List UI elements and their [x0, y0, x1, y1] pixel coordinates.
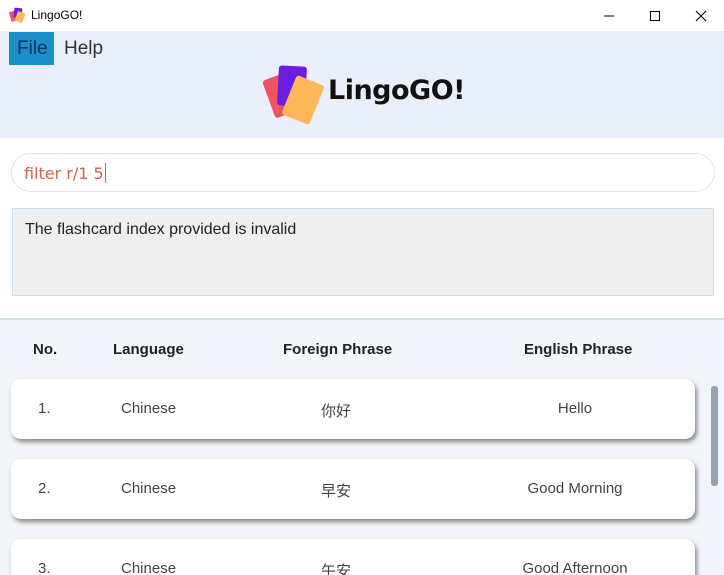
command-input[interactable]: filter r/1 5 — [11, 153, 715, 192]
close-icon — [695, 10, 707, 21]
window-title: LingoGO! — [31, 8, 83, 22]
logo-text: LingoGO! — [328, 75, 466, 106]
flashcard-language: Chinese — [121, 400, 177, 417]
close-button[interactable] — [678, 0, 724, 31]
text-caret — [104, 163, 106, 183]
minimize-button[interactable] — [586, 0, 632, 31]
flashcard-number: 2. — [38, 480, 51, 497]
column-header-foreign: Foreign Phrase — [283, 341, 393, 358]
flashcard-list: No. Language Foreign Phrase English Phra… — [0, 320, 724, 575]
column-header-english: English Phrase — [524, 341, 633, 358]
flashcard-foreign-phrase: 午安 — [321, 563, 352, 575]
flashcard-english-phrase: Hello — [557, 400, 593, 417]
logo-cards-icon — [262, 65, 324, 125]
lingogo-logo: LingoGO! — [262, 65, 472, 129]
result-message: The flashcard index provided is invalid — [25, 221, 297, 238]
column-header-no: No. — [33, 341, 58, 358]
minimize-icon — [604, 15, 614, 16]
menu-file[interactable]: File — [9, 32, 54, 65]
maximize-icon — [650, 10, 660, 21]
list-scrollbar[interactable] — [711, 386, 718, 486]
result-display: The flashcard index provided is invalid — [12, 208, 714, 296]
flashcard-number: 3. — [38, 560, 51, 575]
flashcard-row[interactable]: 2. Chinese 早安 Good Morning — [11, 459, 695, 519]
flashcard-language: Chinese — [121, 560, 177, 575]
menu-help[interactable]: Help — [56, 32, 111, 65]
lingogo-app-icon — [9, 7, 26, 23]
flashcard-row[interactable]: 1. Chinese 你好 Hello — [11, 379, 695, 439]
column-header-language: Language — [113, 341, 184, 358]
flashcard-row[interactable]: 3. Chinese 午安 Good Afternoon — [11, 539, 695, 575]
maximize-button[interactable] — [632, 0, 678, 31]
flashcard-english-phrase: Good Afternoon — [522, 560, 628, 575]
command-area: filter r/1 5 The flashcard index provide… — [0, 138, 724, 318]
window-titlebar: LingoGO! — [0, 0, 724, 31]
flashcard-number: 1. — [38, 400, 51, 417]
flashcard-language: Chinese — [121, 480, 177, 497]
flashcard-foreign-phrase: 早安 — [321, 483, 352, 500]
app-header: File Help LingoGO! — [0, 31, 724, 138]
flashcard-foreign-phrase: 你好 — [321, 403, 352, 420]
command-input-text: filter r/1 5 — [24, 163, 106, 183]
flashcard-english-phrase: Good Morning — [527, 480, 623, 497]
